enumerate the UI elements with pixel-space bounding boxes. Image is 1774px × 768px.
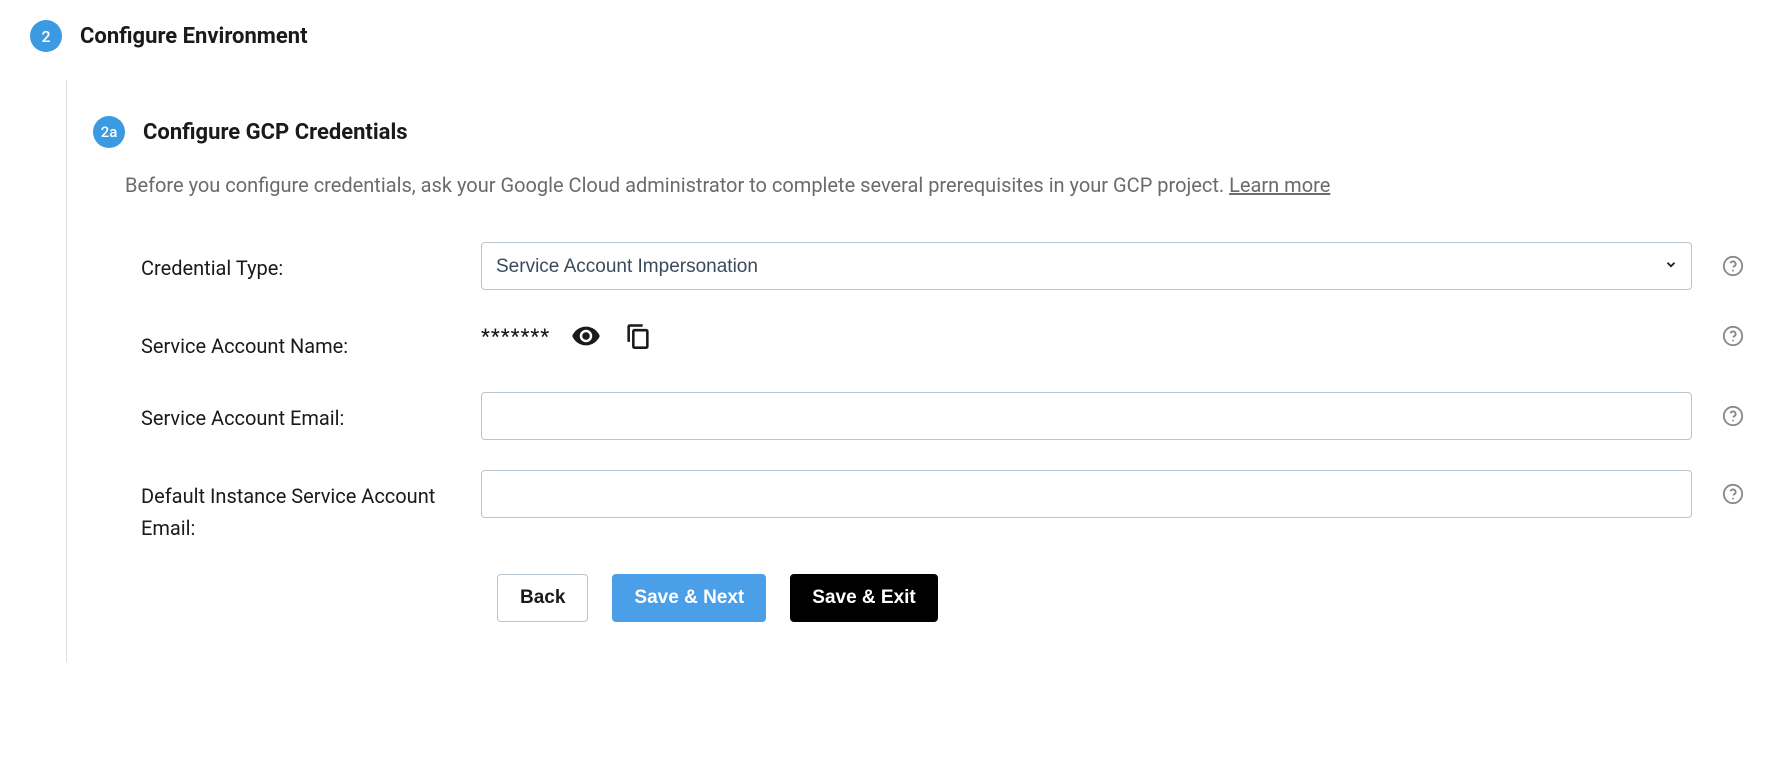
- help-icon[interactable]: [1722, 405, 1744, 427]
- help-icon[interactable]: [1722, 483, 1744, 505]
- form-area: Credential Type: Service Account Imperso…: [125, 242, 1744, 622]
- label-credential-type: Credential Type:: [141, 242, 461, 284]
- row-service-account-email: Service Account Email:: [141, 392, 1744, 440]
- substep-title: Configure GCP Credentials: [143, 120, 408, 145]
- substep-description-text: Before you configure credentials, ask yo…: [125, 173, 1229, 197]
- row-default-instance-email: Default Instance Service Account Email:: [141, 470, 1744, 544]
- save-next-button[interactable]: Save & Next: [612, 574, 766, 622]
- label-service-account-name: Service Account Name:: [141, 320, 461, 362]
- substep-description: Before you configure credentials, ask yo…: [125, 170, 1744, 200]
- copy-icon: [624, 322, 652, 350]
- substep-header: 2a Configure GCP Credentials: [51, 116, 1744, 148]
- step-number-badge: 2: [30, 20, 62, 52]
- input-default-instance-email[interactable]: [481, 470, 1692, 518]
- eye-icon: [571, 321, 601, 351]
- row-credential-type: Credential Type: Service Account Imperso…: [141, 242, 1744, 290]
- label-service-account-email: Service Account Email:: [141, 392, 461, 434]
- save-exit-button[interactable]: Save & Exit: [790, 574, 938, 622]
- substep-number-badge: 2a: [93, 116, 125, 148]
- copy-button[interactable]: [622, 320, 654, 352]
- reveal-button[interactable]: [570, 320, 602, 352]
- masked-service-account-name: *******: [481, 324, 550, 348]
- help-icon[interactable]: [1722, 255, 1744, 277]
- help-icon[interactable]: [1722, 325, 1744, 347]
- row-service-account-name: Service Account Name: *******: [141, 320, 1744, 362]
- input-service-account-email[interactable]: [481, 392, 1692, 440]
- label-default-instance-email: Default Instance Service Account Email:: [141, 470, 461, 544]
- back-button[interactable]: Back: [497, 574, 588, 622]
- select-credential-type[interactable]: Service Account Impersonation: [481, 242, 1692, 290]
- step-title: Configure Environment: [80, 24, 308, 49]
- learn-more-link[interactable]: Learn more: [1229, 173, 1330, 197]
- button-row: Back Save & Next Save & Exit: [497, 574, 1744, 622]
- step-header: 2 Configure Environment: [30, 20, 1744, 52]
- substep-container: 2a Configure GCP Credentials Before you …: [66, 80, 1744, 662]
